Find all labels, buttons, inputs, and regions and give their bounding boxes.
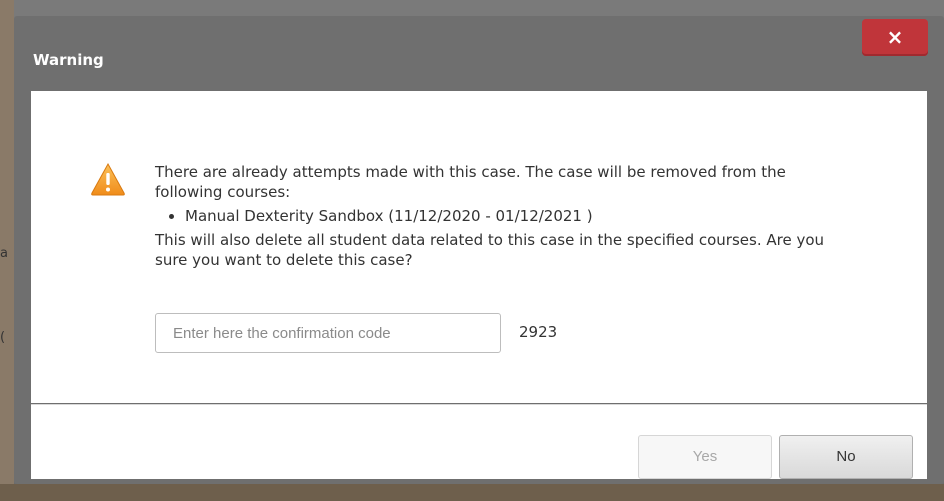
warning-dialog: Warning × There are already attempts mad…: [14, 16, 944, 484]
yes-button[interactable]: Yes: [638, 435, 772, 479]
dialog-titlebar: Warning ×: [14, 16, 944, 90]
dialog-body: There are already attempts made with thi…: [31, 91, 927, 403]
course-list: Manual Dexterity Sandbox (11/12/2020 - 0…: [155, 206, 855, 226]
message-intro: There are already attempts made with thi…: [155, 163, 786, 201]
close-button[interactable]: ×: [862, 19, 928, 56]
dialog-footer: Yes No: [31, 404, 927, 479]
warning-message: There are already attempts made with thi…: [155, 162, 855, 270]
message-question: This will also delete all student data r…: [155, 231, 825, 269]
course-list-item: Manual Dexterity Sandbox (11/12/2020 - 0…: [185, 206, 855, 226]
warning-icon: [91, 162, 125, 196]
dialog-title: Warning: [33, 51, 104, 69]
confirmation-code: 2923: [519, 323, 558, 341]
close-icon: ×: [886, 25, 904, 49]
background-text-fragment: (: [0, 330, 6, 345]
no-button[interactable]: No: [779, 435, 913, 479]
background-bottom-edge: [0, 484, 944, 501]
confirmation-code-input[interactable]: [155, 313, 501, 353]
background-text-fragment: a: [0, 246, 8, 261]
